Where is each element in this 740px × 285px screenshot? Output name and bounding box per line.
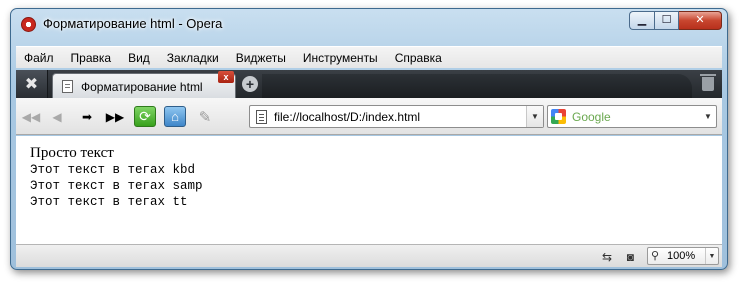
address-dropdown-button[interactable]: ▼ (526, 106, 543, 127)
tab-strip-empty (262, 74, 692, 98)
window-title: Форматирование html - Opera (43, 16, 223, 31)
status-bar: ⇆ ◙ ⚲ 100% ▼ (16, 244, 722, 267)
tt-text: Этот текст в тегах tt (30, 195, 188, 209)
menu-tools[interactable]: Инструменты (303, 51, 378, 65)
turbo-icon[interactable]: ⇆ (602, 250, 612, 264)
tools-button[interactable]: ✖ (16, 70, 48, 98)
new-tab-button[interactable]: + (242, 76, 258, 92)
address-input[interactable] (274, 109, 514, 125)
tab-active[interactable]: Форматирование html x (52, 71, 236, 98)
search-input[interactable] (572, 109, 692, 125)
reload-button[interactable]: ⟳ (134, 106, 156, 127)
search-dropdown-button[interactable]: ▼ (700, 106, 716, 127)
menu-edit[interactable]: Правка (71, 51, 112, 65)
plain-text: Просто текст (30, 145, 114, 161)
trash-icon[interactable] (700, 74, 716, 91)
page-icon (62, 80, 73, 93)
menu-bookmarks[interactable]: Закладки (167, 51, 219, 65)
camera-icon[interactable]: ◙ (627, 250, 634, 264)
kbd-text: Этот текст в тегах kbd (30, 163, 196, 177)
menu-file[interactable]: Файл (24, 51, 54, 65)
forward-button[interactable]: ➡ (76, 106, 98, 127)
rewind-button[interactable]: ◀◀ (20, 106, 42, 127)
samp-text: Этот текст в тегах samp (30, 179, 203, 193)
minimize-button[interactable]: ▁ (629, 11, 654, 30)
home-button[interactable]: ⌂ (164, 106, 186, 127)
zoom-value: 100% (667, 250, 696, 262)
opera-logo-icon (21, 17, 36, 32)
address-bar[interactable]: ▼ (249, 105, 544, 128)
menu-bar: Файл Правка Вид Закладки Виджеты Инструм… (16, 46, 722, 68)
magnifier-icon: ⚲ (651, 250, 660, 262)
menu-view[interactable]: Вид (128, 51, 150, 65)
page-content: Просто текст Этот текст в тегах kbd Этот… (16, 136, 722, 244)
search-box[interactable]: ▼ (547, 105, 717, 128)
window-controls: ▁ ☐ ✕ (629, 11, 722, 30)
page-icon (256, 110, 267, 124)
zoom-dropdown-button[interactable]: ▼ (705, 248, 718, 264)
menu-help[interactable]: Справка (395, 51, 442, 65)
google-icon[interactable] (551, 109, 566, 124)
zoom-control[interactable]: ⚲ 100% ▼ (647, 247, 719, 265)
title-bar[interactable]: Форматирование html - Opera ▁ ☐ ✕ (11, 9, 727, 41)
wrench-icon: ✖ (24, 76, 39, 93)
close-button[interactable]: ✕ (679, 11, 722, 30)
tab-close-button[interactable]: x (218, 71, 234, 83)
wand-icon[interactable]: ✎ (194, 106, 216, 127)
menu-widgets[interactable]: Виджеты (236, 51, 286, 65)
tab-label: Форматирование html (81, 80, 203, 94)
tab-bar: ✖ Форматирование html x + (16, 70, 722, 98)
back-button[interactable]: ◀ (46, 106, 68, 127)
navigation-bar: ◀◀ ◀ ➡ ▶▶ ⟳ ⌂ ✎ ▼ ▼ (16, 98, 722, 135)
fast-forward-button[interactable]: ▶▶ (104, 106, 126, 127)
maximize-button[interactable]: ☐ (654, 11, 679, 30)
browser-window: Форматирование html - Opera ▁ ☐ ✕ Файл П… (10, 8, 728, 270)
